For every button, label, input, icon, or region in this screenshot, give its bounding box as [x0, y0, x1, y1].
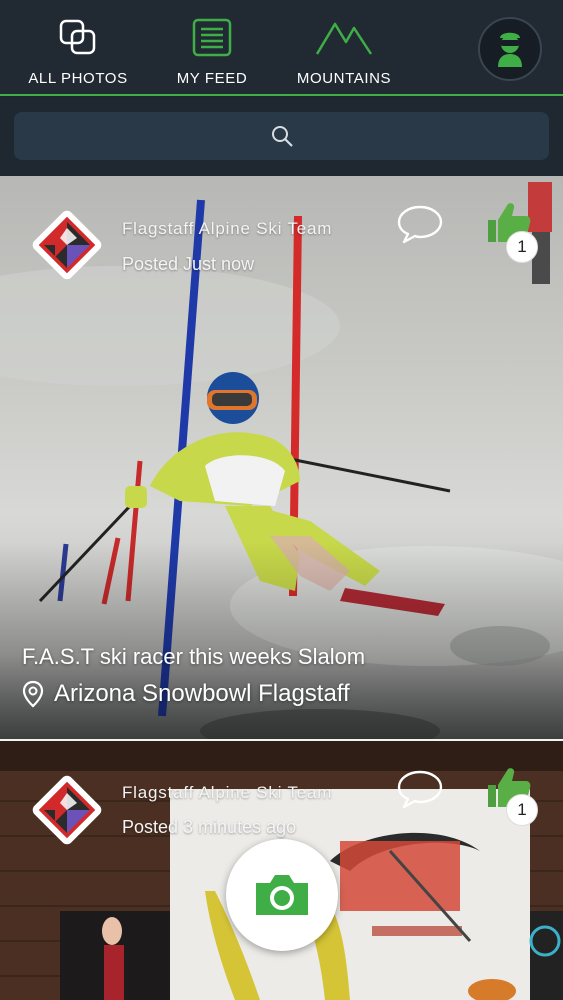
nav-label: MY FEED — [176, 70, 248, 87]
top-nav: ALL PHOTOS MY FEED MOUNTAINS — [0, 0, 563, 96]
like-count: 1 — [506, 231, 538, 263]
posted-time: Posted 3 minutes ago — [122, 817, 297, 837]
search-area — [0, 98, 563, 176]
nav-label: ALL PHOTOS — [28, 70, 128, 87]
nav-label: MOUNTAINS — [296, 70, 392, 87]
nav-all-photos[interactable]: ALL PHOTOS — [22, 18, 134, 87]
app: ALL PHOTOS MY FEED MOUNTAINS Flagstaff A… — [0, 0, 563, 1000]
poster-name[interactable]: Flagstaff Alpine Ski Team — [122, 219, 332, 239]
camera-icon — [256, 875, 308, 915]
post-card[interactable]: Flagstaff Alpine Ski Team Posted Just no… — [0, 176, 563, 739]
photos-icon — [59, 19, 96, 55]
mountains-icon — [315, 22, 373, 55]
poster-name[interactable]: Flagstaff Alpine Ski Team — [122, 783, 332, 803]
location-pin-icon — [22, 680, 44, 708]
post-location[interactable]: Arizona Snowbowl Flagstaff — [22, 680, 350, 708]
nav-my-feed[interactable]: MY FEED — [168, 18, 256, 87]
profile-avatar[interactable] — [478, 17, 542, 81]
team-logo[interactable] — [30, 773, 104, 847]
search-icon — [271, 126, 293, 147]
search-input[interactable] — [14, 112, 549, 160]
feed-icon — [192, 18, 232, 57]
camera-button[interactable] — [226, 839, 338, 951]
team-logo[interactable] — [30, 208, 104, 282]
like-count: 1 — [506, 794, 538, 826]
nav-mountains[interactable]: MOUNTAINS — [290, 18, 398, 87]
comment-icon[interactable] — [396, 769, 444, 809]
location-text: Arizona Snowbowl Flagstaff — [54, 680, 350, 707]
profile-avatar-icon — [498, 32, 522, 67]
post-caption: F.A.S.T ski racer this weeks Slalom — [22, 644, 366, 669]
posted-time: Posted Just now — [122, 254, 255, 274]
comment-icon[interactable] — [396, 204, 444, 244]
